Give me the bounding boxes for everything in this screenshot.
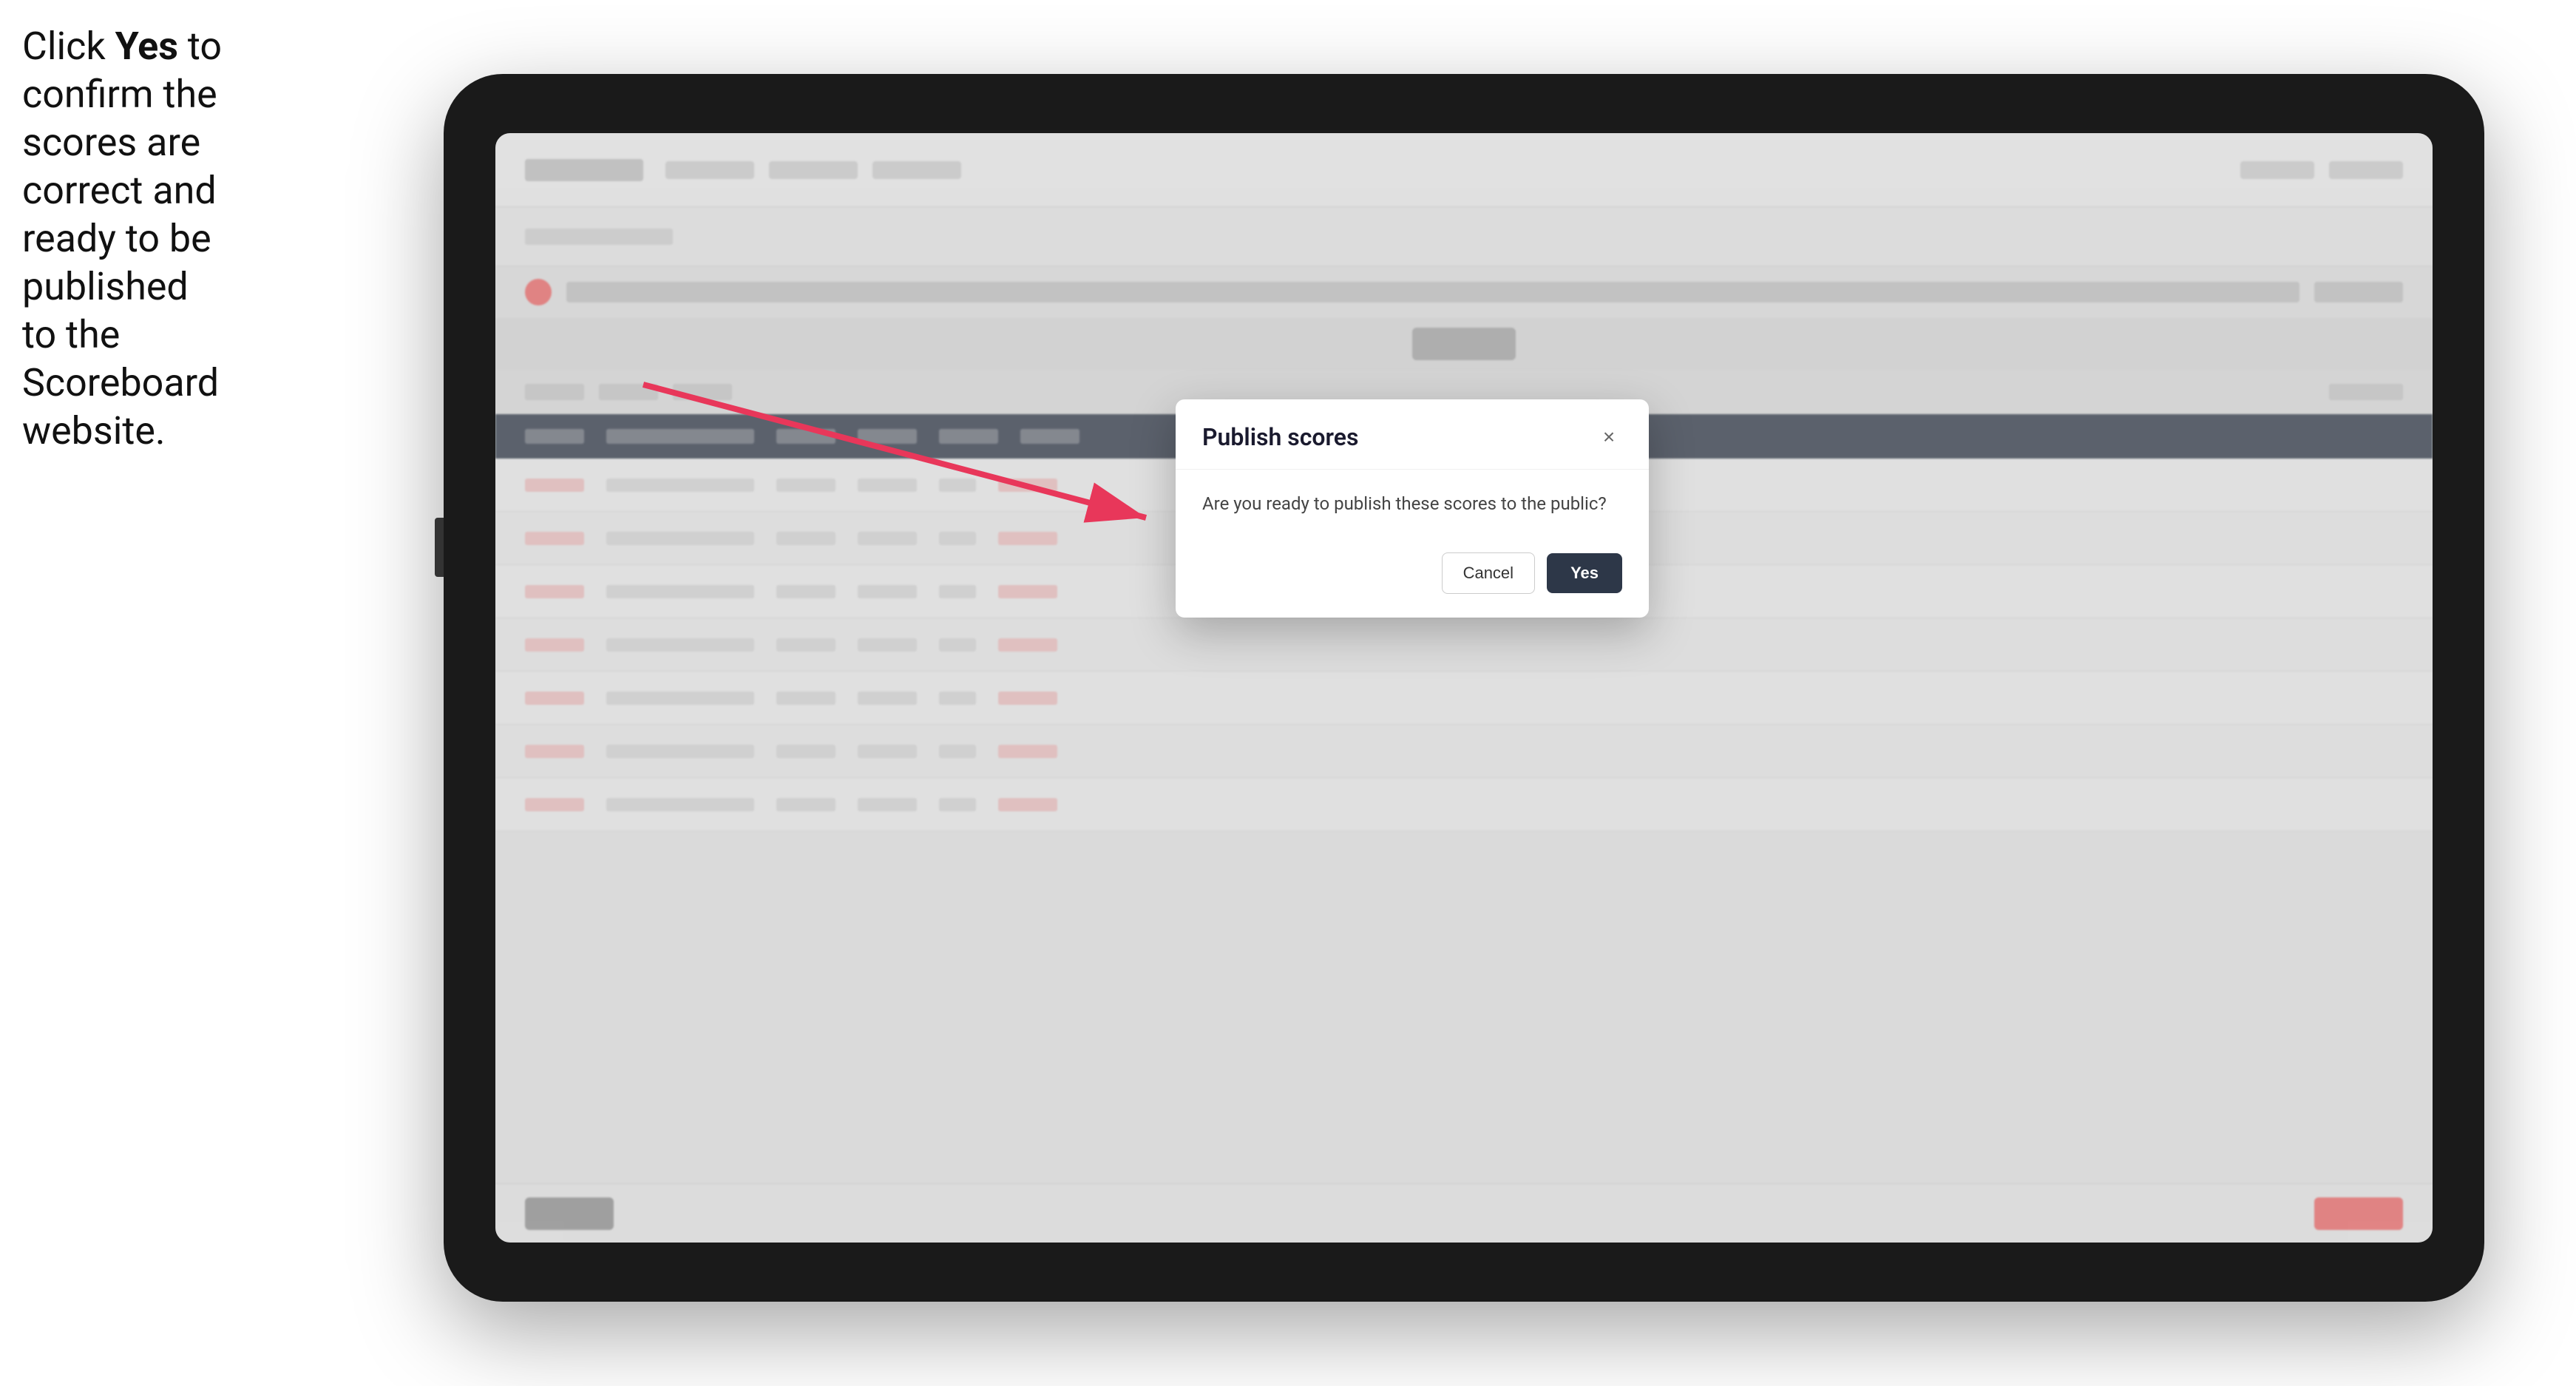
publish-scores-dialog: Publish scores × Are you ready to publis…	[1176, 399, 1649, 618]
modal-body: Are you ready to publish these scores to…	[1176, 470, 1649, 538]
instruction-prefix: Click	[22, 24, 115, 69]
instruction-text: Click Yes to confirm the scores are corr…	[22, 22, 229, 455]
modal-close-button[interactable]: ×	[1596, 424, 1622, 450]
modal-footer: Cancel Yes	[1176, 538, 1649, 618]
cancel-button[interactable]: Cancel	[1442, 552, 1535, 594]
instruction-suffix: to confirm the scores are correct and re…	[22, 24, 222, 453]
modal-message: Are you ready to publish these scores to…	[1202, 490, 1622, 517]
tablet-side-button	[435, 518, 444, 577]
modal-overlay: Publish scores × Are you ready to publis…	[495, 133, 2433, 1243]
tablet-screen: Publish scores × Are you ready to publis…	[495, 133, 2433, 1243]
yes-button[interactable]: Yes	[1547, 553, 1622, 593]
modal-header: Publish scores ×	[1176, 399, 1649, 470]
modal-title: Publish scores	[1202, 423, 1358, 451]
tablet-device: Publish scores × Are you ready to publis…	[444, 74, 2484, 1302]
instruction-bold: Yes	[115, 24, 178, 69]
